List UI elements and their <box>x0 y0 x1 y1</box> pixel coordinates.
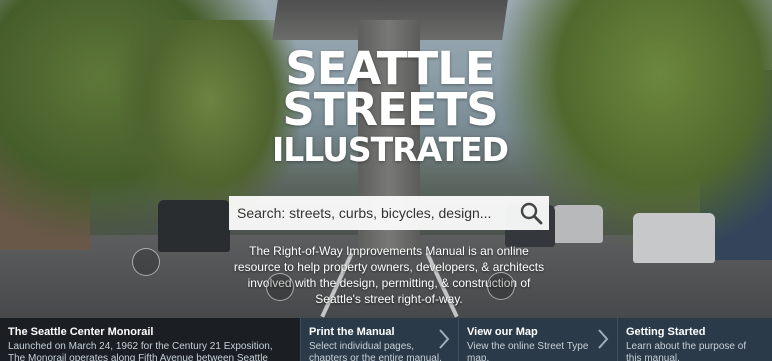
link-title: Getting Started <box>626 326 706 338</box>
search-box <box>229 196 549 230</box>
link-title: View our Map <box>467 326 538 338</box>
link-text: View the online Street Type map. <box>467 341 589 361</box>
caption-text: Launched on March 24, 1962 for the Centu… <box>8 341 273 361</box>
search-icon <box>520 202 543 225</box>
caption-title: The Seattle Center Monorail <box>8 326 154 338</box>
slide-dot[interactable] <box>132 248 160 276</box>
getting-started-link[interactable]: Getting Started Learn about the purpose … <box>617 318 772 361</box>
link-title: Print the Manual <box>309 326 395 338</box>
view-map-link[interactable]: View our Map View the online Street Type… <box>458 318 617 361</box>
slide-dot[interactable] <box>487 272 515 300</box>
print-manual-link[interactable]: Print the Manual Select individual pages… <box>300 318 458 361</box>
search-input[interactable] <box>229 196 509 230</box>
search-button[interactable] <box>517 199 545 227</box>
photo-caption: The Seattle Center Monorail Launched on … <box>0 318 300 361</box>
bottom-bar: The Seattle Center Monorail Launched on … <box>0 318 772 361</box>
chevron-right-icon <box>439 329 450 349</box>
link-text: Select individual pages, chapters or the… <box>309 341 442 361</box>
site-logo[interactable]: SEATTLE STREETS ILLUSTRATED <box>270 46 510 169</box>
logo-line-2: STREETS <box>282 83 498 137</box>
link-text: Learn about the purpose of this manual. <box>626 341 747 361</box>
hero-banner: SEATTLE STREETS ILLUSTRATED The Right-of… <box>0 0 772 318</box>
slide-dot[interactable] <box>266 273 294 301</box>
chevron-right-icon <box>598 329 609 349</box>
logo-line-3: ILLUSTRATED <box>271 129 509 169</box>
